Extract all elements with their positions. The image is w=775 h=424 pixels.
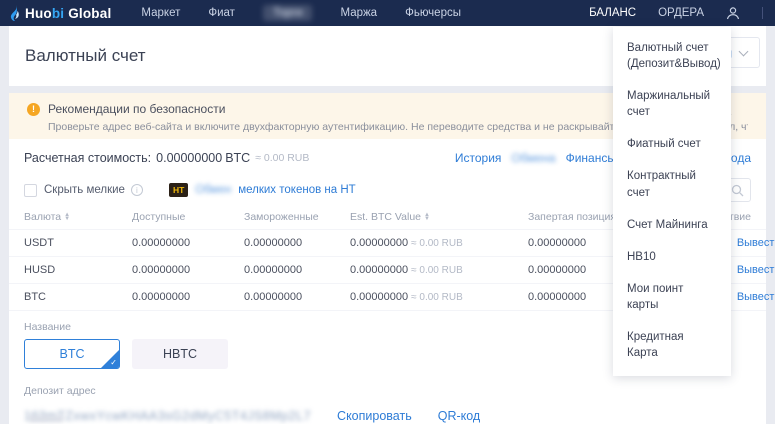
nav-divider	[762, 7, 763, 19]
withdraw-link[interactable]: Вывести	[737, 291, 775, 303]
btc-value-cell: 0.00000000 ≈ 0.00 RUB	[350, 291, 463, 303]
info-icon[interactable]: i	[130, 184, 143, 196]
nav-item-balance[interactable]: БАЛАНС	[589, 7, 636, 19]
exchange-small-tokens-link[interactable]: мелких токенов на HT	[238, 184, 355, 196]
frozen-cell: 0.00000000	[244, 237, 303, 249]
available-cell: 0.00000000	[132, 291, 191, 303]
history-link[interactable]: История	[455, 151, 502, 165]
currency-cell: BTC	[24, 291, 46, 303]
btc-value-cell: 0.00000000 ≈ 0.00 RUB	[350, 237, 463, 249]
btc-value-cell: 0.00000000 ≈ 0.00 RUB	[350, 264, 463, 276]
menu-item-mining-account[interactable]: Счет Майнинга	[613, 209, 731, 241]
finance-link[interactable]: Финансы	[566, 151, 616, 165]
menu-item-exchange-account[interactable]: Валютный счет (Депозит&Вывод)	[613, 32, 731, 80]
balance-dropdown-menu: Валютный счет (Депозит&Вывод) Маржинальн…	[613, 27, 731, 377]
sort-icon[interactable]: ▲ ▼	[64, 212, 70, 222]
col-est-btc[interactable]: Est. BTC Value	[350, 211, 421, 223]
col-frozen: Замороженные	[244, 211, 319, 223]
estimated-value-label: Расчетная стоимость:	[24, 151, 152, 165]
menu-item-contract-account[interactable]: Контрактный счет	[613, 160, 731, 208]
menu-item-point-cards[interactable]: Мои поинт карты	[613, 273, 731, 321]
flame-icon	[8, 5, 22, 21]
nav-menu: Маркет Фиат Торги Маржа Фьючерсы	[141, 5, 461, 21]
check-corner-icon: ✓	[101, 350, 119, 368]
nav-item-market[interactable]: Маркет	[141, 7, 180, 19]
menu-item-fiat-account[interactable]: Фиатный счет	[613, 128, 731, 160]
currency-cell: HUSD	[24, 264, 56, 276]
hide-small-label: Скрыть мелкие	[44, 184, 125, 196]
nav-item-fiat[interactable]: Фиат	[208, 7, 235, 19]
tab-btc-label: BTC	[59, 347, 85, 361]
deposit-address-row: 163mTZxwxYcwKHAA3sG2dMyC5T4JS8Mp2L7 Скоп…	[24, 409, 751, 423]
exchange-blurred-word[interactable]: Обмен	[195, 184, 231, 196]
col-available: Доступные	[132, 211, 186, 223]
deposit-address-label: Депозит адрес	[24, 385, 96, 397]
tab-btc[interactable]: BTC ✓	[24, 339, 120, 369]
withdraw-link[interactable]: Вывести	[737, 237, 775, 249]
qr-code-button[interactable]: QR-код	[438, 409, 481, 423]
logo-text: Huobi Global	[25, 5, 112, 21]
estimated-value-unit: BTC	[225, 151, 251, 165]
nav-item-futures[interactable]: Фьючерсы	[405, 7, 461, 19]
currency-cell: USDT	[24, 237, 54, 249]
hide-small-checkbox[interactable]	[24, 183, 37, 197]
estimated-value-rub: ≈ 0.00 RUB	[255, 152, 310, 164]
history-blurred-link[interactable]: Обмена	[511, 151, 555, 165]
deposit-address-blurred: 163mTZxwxYcwKHAA3sG2dMyC5T4JS8Mp2L7	[24, 409, 312, 423]
banner-title: Рекомендации по безопасности	[48, 102, 226, 116]
withdraw-link[interactable]: Вывести	[737, 264, 775, 276]
menu-item-credit-card[interactable]: Кредитная Карта	[613, 321, 731, 369]
chevron-down-icon	[738, 46, 749, 56]
ht-badge: HT	[168, 183, 189, 197]
nav-right: БАЛАНС ОРДЕРА	[589, 6, 763, 20]
col-currency[interactable]: Валюта	[24, 211, 61, 223]
available-cell: 0.00000000	[132, 264, 191, 276]
frozen-cell: 0.00000000	[244, 291, 303, 303]
search-icon[interactable]	[731, 184, 744, 197]
available-cell: 0.00000000	[132, 237, 191, 249]
frozen-cell: 0.00000000	[244, 264, 303, 276]
sort-icon[interactable]: ▲ ▼	[424, 212, 430, 222]
page-title: Валютный счет	[25, 46, 146, 65]
nav-item-margin[interactable]: Маржа	[340, 7, 377, 19]
tab-hbtc-label: HBTC	[162, 347, 198, 361]
estimated-value-btc: 0.00000000	[156, 151, 223, 165]
menu-item-hb10[interactable]: HB10	[613, 241, 731, 273]
huobi-logo[interactable]: Huobi Global	[8, 5, 111, 21]
copy-button[interactable]: Скопировать	[337, 409, 412, 423]
nav-item-orders[interactable]: ОРДЕРА	[658, 7, 704, 19]
tab-hbtc[interactable]: HBTC	[132, 339, 228, 369]
top-nav: Huobi Global Маркет Фиат Торги Маржа Фью…	[0, 0, 775, 26]
user-icon[interactable]	[726, 6, 740, 20]
bottom-blur-artifact	[29, 416, 63, 422]
nav-item-trade-blurred[interactable]: Торги	[262, 5, 313, 21]
warning-icon: !	[27, 102, 40, 116]
menu-item-margin-account[interactable]: Маржинальный счет	[613, 80, 731, 128]
